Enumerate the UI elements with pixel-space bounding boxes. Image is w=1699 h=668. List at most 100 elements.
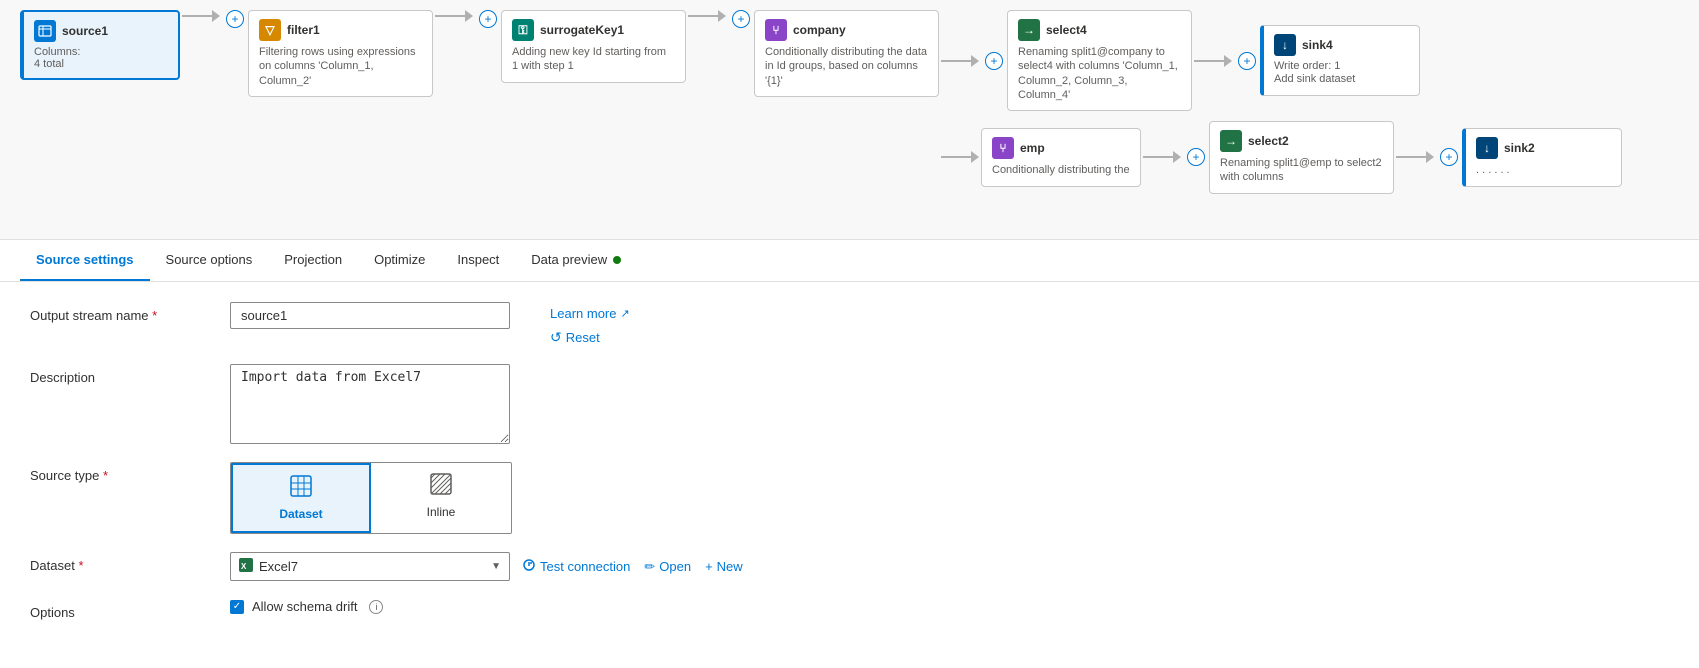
tab-data-preview[interactable]: Data preview [515,240,637,281]
node-filter1-label: filter1 [287,23,320,37]
output-stream-required: * [152,308,157,323]
new-button[interactable]: + New [705,559,743,574]
allow-schema-drift-info-icon[interactable]: i [369,600,383,614]
node-select4-desc: Renaming split1@company to select4 with … [1018,45,1181,102]
output-stream-input[interactable] [230,302,510,329]
source-type-label: Source type * [30,462,210,483]
settings-area: Output stream name * Learn more ↗ ↺ Rese… [0,282,1699,658]
pipeline-canvas: source1 Columns: 4 total + ▽ filter1 Fil… [0,0,1699,240]
description-row: Description Import data from Excel7 [30,364,1669,444]
plus-btn-1[interactable]: + [226,10,244,28]
connector-4b [939,151,981,163]
filter1-icon: ▽ [259,19,281,41]
connector-3 [686,10,728,22]
tabs-bar: Source settings Source options Projectio… [0,240,1699,282]
node-emp-label: emp [1020,141,1045,155]
dataset-chevron-icon: ▼ [491,561,501,572]
emp-icon: ⑂ [992,137,1014,159]
sink4-icon: ↓ [1274,34,1296,56]
node-company-label: company [793,23,846,37]
allow-schema-drift-label: Allow schema drift [252,599,357,614]
node-company[interactable]: ⑂ company Conditionally distributing the… [754,10,939,97]
external-link-icon: ↗ [620,307,629,320]
edit-icon: ✏ [644,559,655,575]
node-sink4-write: Write order: 1 [1274,60,1409,72]
plus-btn-5b[interactable]: + [1187,148,1205,166]
node-select4[interactable]: → select4 Renaming split1@company to sel… [1007,10,1192,111]
options-row: Options ✓ Allow schema drift i [30,599,1669,620]
options-label: Options [30,599,210,620]
learn-more-button[interactable]: Learn more ↗ [550,306,630,321]
node-source1[interactable]: source1 Columns: 4 total [20,10,180,80]
output-stream-row: Output stream name * Learn more ↗ ↺ Rese… [30,302,1669,346]
node-sink4-desc: Add sink dataset [1274,72,1409,86]
tab-optimize[interactable]: Optimize [358,240,441,281]
plus-icon: + [705,559,713,574]
connector-4a [939,55,981,67]
allow-schema-drift-checkbox[interactable]: ✓ [230,600,244,614]
dataset-label: Dataset * [30,552,210,573]
plus-btn-6b[interactable]: + [1440,148,1458,166]
node-sink2-label: sink2 [1504,141,1535,155]
company-icon: ⑂ [765,19,787,41]
dataset-select[interactable]: X Excel7 ▼ [230,552,510,581]
node-emp[interactable]: ⑂ emp Conditionally distributing the [981,128,1141,186]
connector-2 [433,10,475,22]
plus-btn-5a[interactable]: + [1238,52,1256,70]
node-surrogate-desc: Adding new key Id starting from 1 with s… [512,45,675,74]
connection-icon [522,558,536,575]
data-preview-dot [613,256,621,264]
test-connection-button[interactable]: Test connection [522,558,630,575]
node-select2-label: select2 [1248,134,1289,148]
node-emp-desc: Conditionally distributing the [992,163,1130,177]
node-sink2-dots: . . . . . . [1476,163,1611,177]
dataset-value: Excel7 [259,559,298,574]
connector-5a [1192,55,1234,67]
reset-button[interactable]: ↺ Reset [550,329,630,346]
tab-inspect[interactable]: Inspect [441,240,515,281]
connector-6b [1394,151,1436,163]
dataset-actions: Test connection ✏ Open + New [522,558,743,575]
connector-5b [1141,151,1183,163]
plus-btn-3[interactable]: + [732,10,750,28]
node-company-desc: Conditionally distributing the data in I… [765,45,928,88]
node-select2-desc: Renaming split1@emp to select2 with colu… [1220,156,1383,185]
source-type-group: Dataset Inline [230,462,512,534]
plus-btn-2[interactable]: + [479,10,497,28]
svg-text:X: X [241,562,247,571]
source-type-dataset-btn[interactable]: Dataset [231,463,371,533]
reset-icon: ↺ [550,329,562,346]
inline-btn-label: Inline [427,505,456,519]
node-surrogateKey1[interactable]: ⚿ surrogateKey1 Adding new key Id starti… [501,10,686,83]
tab-source-settings[interactable]: Source settings [20,240,150,281]
source-type-required: * [103,468,108,483]
sink2-icon: ↓ [1476,137,1498,159]
tab-projection[interactable]: Projection [268,240,358,281]
node-select2[interactable]: → select2 Renaming split1@emp to select2… [1209,121,1394,194]
description-label: Description [30,364,210,385]
dataset-required: * [78,558,83,573]
node-filter1-desc: Filtering rows using expressions on colu… [259,45,422,88]
node-source1-desc1: Columns: [34,46,168,58]
plus-btn-4a[interactable]: + [985,52,1003,70]
node-source1-desc2: 4 total [34,58,168,70]
tab-source-options[interactable]: Source options [150,240,269,281]
description-input[interactable]: Import data from Excel7 [230,364,510,444]
source-type-inline-btn[interactable]: Inline [371,463,511,533]
select2-icon: → [1220,130,1242,152]
inline-hatch-icon [430,473,452,501]
connector-1 [180,10,222,22]
surrogate-icon: ⚿ [512,19,534,41]
node-surrogate-label: surrogateKey1 [540,23,624,37]
dataset-grid-icon [290,475,312,503]
node-filter1[interactable]: ▽ filter1 Filtering rows using expressio… [248,10,433,97]
open-button[interactable]: ✏ Open [644,559,691,575]
dataset-select-wrapper: X Excel7 ▼ Test connection ✏ Open + [230,552,743,581]
node-sink2[interactable]: ↓ sink2 . . . . . . [1462,128,1622,186]
dataset-row: Dataset * X Excel7 ▼ Test connection [30,552,1669,581]
select4-icon: → [1018,19,1040,41]
source-type-row: Source type * Dataset [30,462,1669,534]
output-stream-label: Output stream name * [30,302,210,323]
node-sink4[interactable]: ↓ sink4 Write order: 1 Add sink dataset [1260,25,1420,95]
node-source1-label: source1 [62,24,108,38]
